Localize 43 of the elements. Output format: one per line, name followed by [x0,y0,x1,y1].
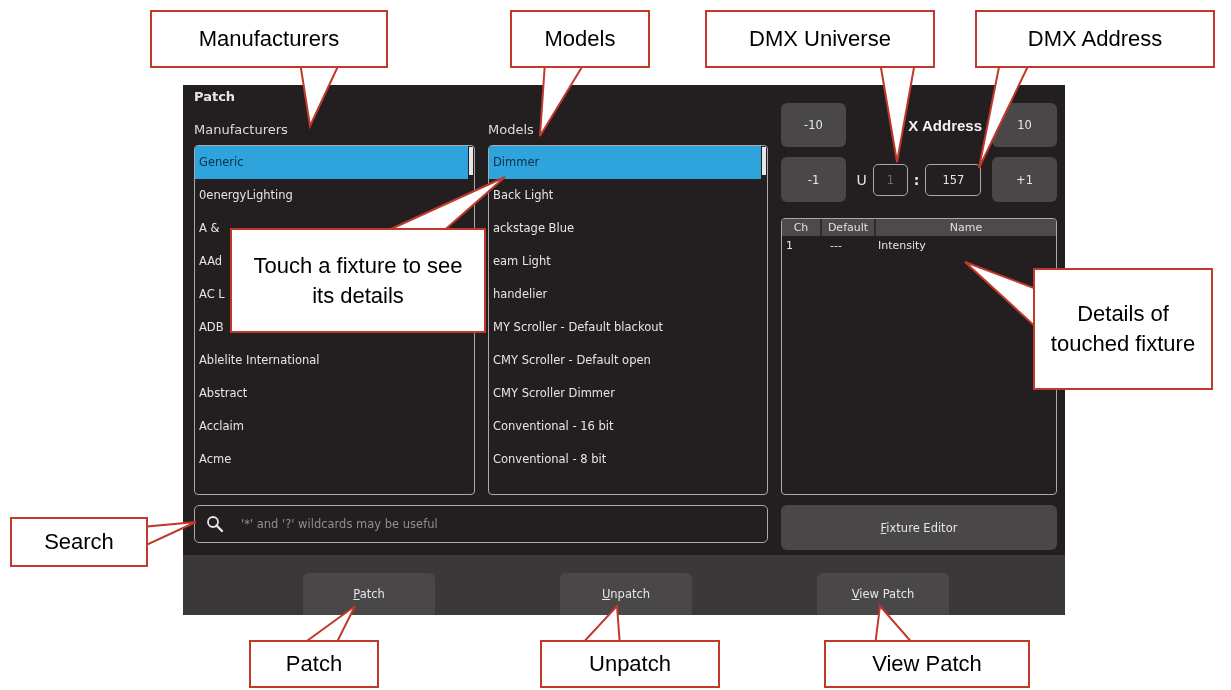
list-item[interactable]: Ablelite International [195,344,320,377]
list-item[interactable]: Back Light [489,179,554,212]
list-item[interactable]: Acclaim [195,410,244,443]
column-header: Default [820,219,874,236]
list-item[interactable]: MY Scroller - Default blackout [489,311,663,344]
action-button[interactable]: Unpatch [560,573,692,615]
list-label: Models [488,121,535,139]
fixture-editor-button[interactable]: Fixture Editor [781,505,1057,550]
table-cell-text: Intensity [877,238,927,254]
table-cell-text: 1 [785,238,794,254]
action-button[interactable]: View Patch [817,573,949,615]
list-label: Manufacturers [194,121,289,139]
list-item[interactable]: 0energyLighting [195,179,293,212]
increment-button[interactable]: +1 [992,157,1057,202]
list-item[interactable]: eam Light [489,245,551,278]
scrollbar-thumb[interactable] [762,147,766,175]
list-item[interactable]: Conventional - 16 bit [489,410,614,443]
dmx-address-title: X Address [908,116,982,134]
column-header: Name [874,219,1056,236]
decrement-button[interactable]: -10 [781,103,846,147]
screen-title: Patch [194,88,237,106]
universe-label: U [856,171,867,188]
table-cell-text: --- [829,238,843,254]
list-item[interactable]: handelier [489,278,548,311]
list-item[interactable]: CMY Scroller Dimmer [489,377,615,410]
list-item[interactable]: ADB [195,311,224,344]
scrollbar-thumb[interactable] [469,147,473,175]
list-item[interactable]: CMY Scroller - Default open [489,344,651,377]
action-button[interactable]: Patch [303,573,435,615]
search-icon [206,515,224,533]
list-item[interactable]: Dimmer [489,146,761,179]
list-item[interactable]: Acme [195,443,232,476]
list-item[interactable]: A & [195,212,220,245]
decrement-button[interactable]: -1 [781,157,846,202]
separator: : [913,171,920,188]
list-item[interactable]: AC L [195,278,225,311]
list-item[interactable]: Generic [195,146,468,179]
list-item[interactable]: Abstract [195,377,248,410]
list-item[interactable]: ackstage Blue [489,212,575,245]
list-item[interactable]: AAd [195,245,223,278]
column-header: Ch [792,220,810,236]
search-field[interactable]: '*' and '?' wildcards may be useful [194,505,768,543]
list-item[interactable]: Conventional - 8 bit [489,443,607,476]
